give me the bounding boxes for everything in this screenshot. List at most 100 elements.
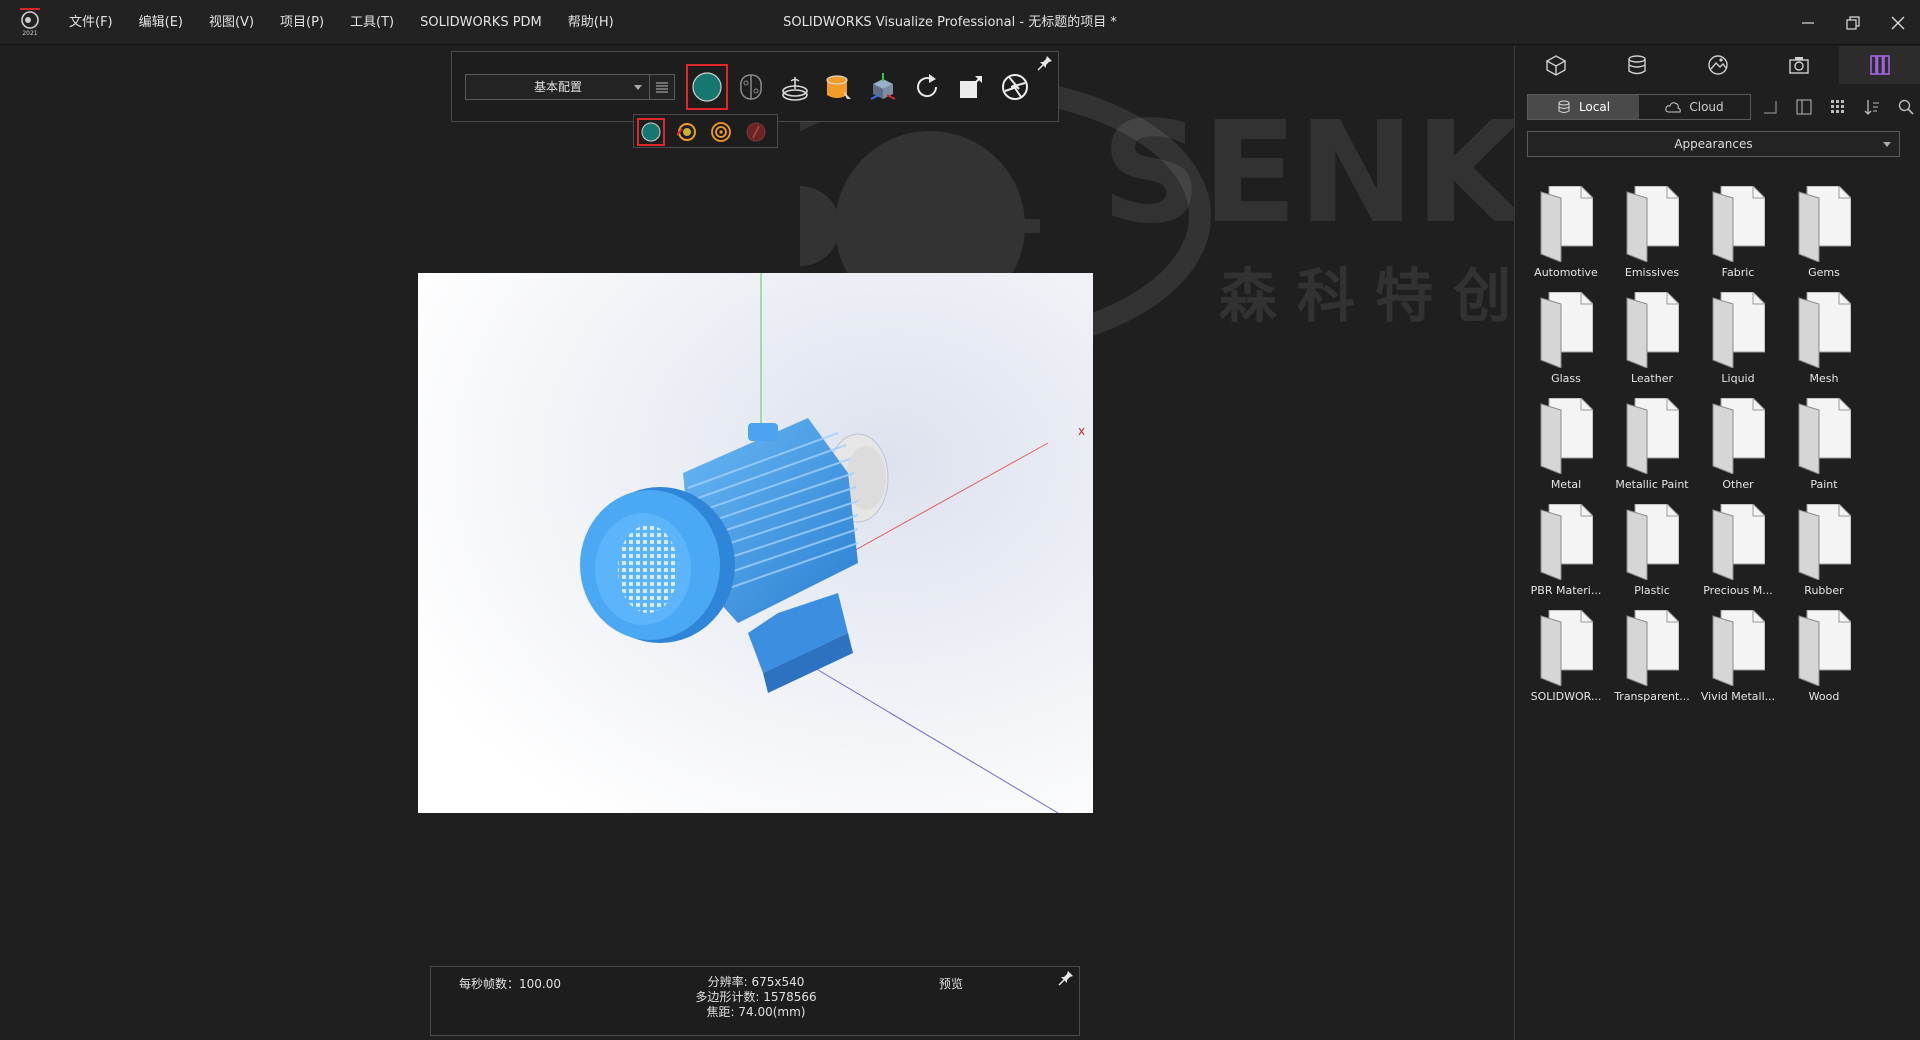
cloud-button[interactable]: Cloud <box>1639 95 1750 119</box>
cloud-icon <box>1665 102 1682 113</box>
accurate-mode-button[interactable] <box>707 118 735 146</box>
folder-icon <box>1712 610 1765 686</box>
tab-models[interactable] <box>1515 46 1596 84</box>
library-folder[interactable]: Mesh <box>1781 292 1867 392</box>
svg-text:森 科 特 创: 森 科 特 创 <box>1219 262 1512 330</box>
preview-mode-icon <box>641 122 661 142</box>
minimize-button[interactable] <box>1785 0 1830 45</box>
folder-icon <box>1712 504 1765 580</box>
menu-tools[interactable]: 工具(T) <box>337 0 407 45</box>
menu-view[interactable]: 视图(V) <box>196 0 267 45</box>
render-mode-flyout <box>633 114 778 148</box>
tab-environments[interactable] <box>1677 46 1758 84</box>
menu-file[interactable]: 文件(F) <box>56 0 126 45</box>
database-icon <box>1558 100 1570 113</box>
folder-label: Transparent... <box>1614 690 1690 703</box>
folder-icon <box>1540 186 1593 262</box>
resolution-readout: 分辨率: 675x540 <box>707 975 805 989</box>
menu-edit[interactable]: 编辑(E) <box>126 0 196 45</box>
toolbar-pin-button[interactable] <box>1036 54 1054 72</box>
fast-mode-button[interactable] <box>672 118 700 146</box>
folder-icon <box>1798 504 1851 580</box>
stealth-mode-button[interactable] <box>742 118 770 146</box>
palette-panel: Local Cloud Appearances Automotive Emiss… <box>1514 46 1920 1040</box>
library-folder[interactable]: Vivid Metall... <box>1695 610 1781 710</box>
close-button[interactable] <box>1875 0 1920 45</box>
tab-cameras[interactable] <box>1758 46 1839 84</box>
library-category-dropdown[interactable]: Appearances <box>1527 131 1900 157</box>
new-folder-button[interactable] <box>1759 96 1781 118</box>
library-folder[interactable]: Paint <box>1781 398 1867 498</box>
window-title: SOLIDWORKS Visualize Professional - 无标题的… <box>783 15 1117 30</box>
list-icon <box>656 82 668 93</box>
library-folder[interactable]: Plastic <box>1609 504 1695 604</box>
preview-mode-button[interactable] <box>637 118 665 146</box>
library-folder[interactable]: Emissives <box>1609 186 1695 286</box>
library-folder[interactable]: Fabric <box>1695 186 1781 286</box>
library-folder[interactable]: PBR Materi... <box>1523 504 1609 604</box>
library-folder[interactable]: Metallic Paint <box>1609 398 1695 498</box>
fast-mode-icon <box>676 123 696 141</box>
appearance-pick-button[interactable] <box>818 64 860 110</box>
brain-icon <box>740 74 762 100</box>
sort-icon <box>1864 100 1879 115</box>
library-folder[interactable]: Transparent... <box>1609 610 1695 710</box>
render-stats: 分辨率: 675x540 多边形计数: 1578566 焦距: 74.00(mm… <box>631 975 881 1020</box>
sort-button[interactable] <box>1861 96 1883 118</box>
polygon-count-readout: 多边形计数: 1578566 <box>695 990 817 1004</box>
library-folder[interactable]: Rubber <box>1781 504 1867 604</box>
folder-label: Wood <box>1808 690 1840 703</box>
status-panel: 每秒帧数：100.00 分辨率: 675x540 多边形计数: 1578566 … <box>430 966 1080 1036</box>
ai-denoiser-button[interactable] <box>730 64 772 110</box>
configuration-dropdown[interactable]: 基本配置 <box>465 74 651 100</box>
folder-label: Liquid <box>1721 372 1755 385</box>
cube-axes-icon <box>870 73 896 100</box>
scene-scale-button[interactable] <box>950 64 992 110</box>
camera-aperture-button[interactable] <box>994 64 1036 110</box>
library-folder[interactable]: Gems <box>1781 186 1867 286</box>
library-folder[interactable]: Automotive <box>1523 186 1609 286</box>
render-mode-readout: 预览 <box>939 977 964 991</box>
search-icon <box>1898 99 1914 115</box>
render-canvas[interactable]: x <box>418 273 1093 813</box>
menu-help[interactable]: 帮助(H) <box>555 0 627 45</box>
library-folder[interactable]: Precious M... <box>1695 504 1781 604</box>
folder-label: Automotive <box>1534 266 1598 279</box>
turntable-button[interactable] <box>774 64 816 110</box>
folder-icon <box>1626 186 1679 262</box>
restore-button[interactable] <box>1830 0 1875 45</box>
chevron-down-icon <box>1883 142 1891 147</box>
tab-appearances[interactable] <box>1596 46 1677 84</box>
transform-button[interactable] <box>862 64 904 110</box>
stealth-mode-icon <box>746 122 766 142</box>
palette-tabs <box>1515 46 1920 84</box>
menu-project[interactable]: 项目(P) <box>267 0 337 45</box>
grid-view-button[interactable] <box>1827 96 1849 118</box>
library-folder[interactable]: Liquid <box>1695 292 1781 392</box>
local-button[interactable]: Local <box>1528 95 1639 119</box>
menu-solidworks-pdm[interactable]: SOLIDWORKS PDM <box>407 0 555 45</box>
folder-corner-icon <box>1764 101 1777 114</box>
details-view-button[interactable] <box>1793 96 1815 118</box>
library-folder[interactable]: Glass <box>1523 292 1609 392</box>
search-button[interactable] <box>1895 96 1917 118</box>
folder-icon <box>1798 610 1851 686</box>
folder-label: Emissives <box>1624 266 1680 279</box>
app-logo-icon[interactable]: 2021 <box>16 8 44 37</box>
reset-button[interactable] <box>906 64 948 110</box>
library-folder[interactable]: Leather <box>1609 292 1695 392</box>
configuration-list-button[interactable] <box>649 74 675 100</box>
library-folder[interactable]: SOLIDWOR... <box>1523 610 1609 710</box>
status-pin-button[interactable] <box>1057 969 1075 987</box>
render-mode-button[interactable] <box>686 64 728 110</box>
library-folder[interactable]: Wood <box>1781 610 1867 710</box>
restore-icon <box>1845 15 1860 30</box>
refresh-icon <box>917 74 938 98</box>
folder-icon <box>1626 292 1679 368</box>
folder-icon <box>1626 610 1679 686</box>
library-folder[interactable]: Metal <box>1523 398 1609 498</box>
tab-libraries[interactable] <box>1839 46 1920 84</box>
category-label: Appearances <box>1674 137 1753 151</box>
library-folder[interactable]: Other <box>1695 398 1781 498</box>
viewport[interactable]: SENKE 森 科 特 创 基本配置 x 每秒帧数：100.00 分辨率: 67… <box>0 46 1619 1040</box>
